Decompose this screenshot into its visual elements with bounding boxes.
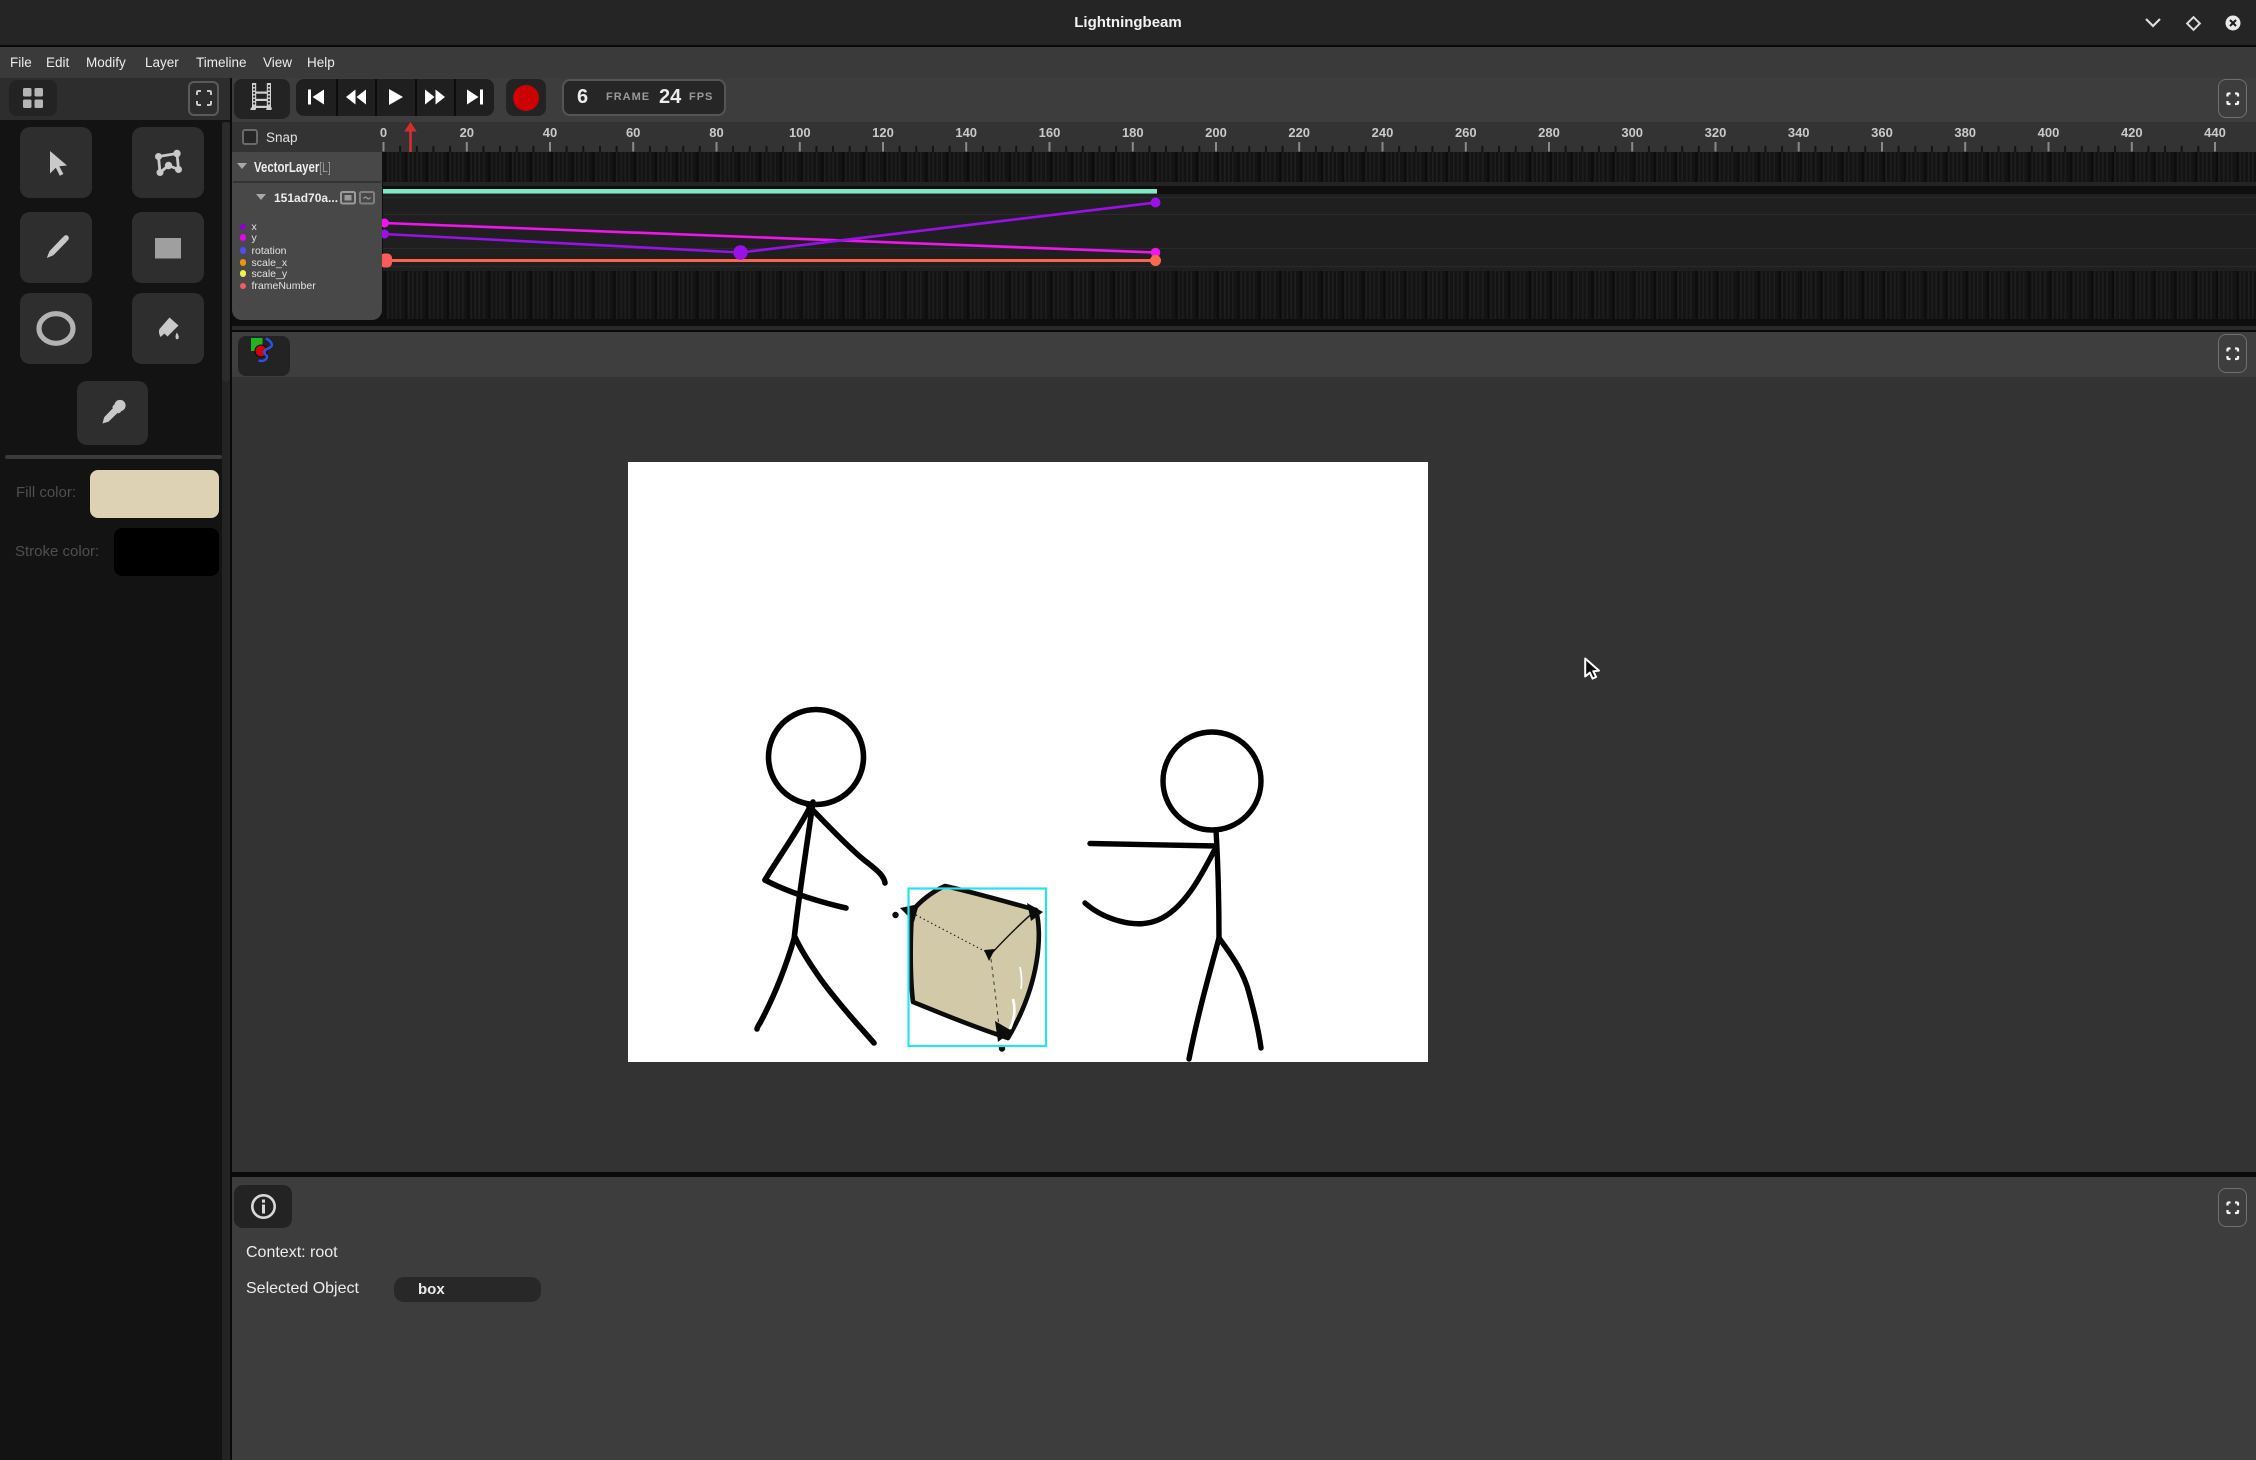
svg-text:220: 220 [1288,125,1310,140]
svg-text:80: 80 [709,125,723,140]
svg-text:320: 320 [1705,125,1727,140]
svg-text:260: 260 [1455,125,1477,140]
svg-text:100: 100 [789,125,811,140]
svg-text:380: 380 [1954,125,1976,140]
svg-text:20: 20 [460,125,474,140]
svg-text:440: 440 [2204,125,2226,140]
svg-text:60: 60 [626,125,640,140]
svg-text:200: 200 [1205,125,1227,140]
svg-text:0: 0 [380,125,387,140]
svg-text:120: 120 [872,125,894,140]
svg-text:140: 140 [955,125,977,140]
svg-text:340: 340 [1788,125,1810,140]
svg-text:280: 280 [1538,125,1560,140]
svg-text:160: 160 [1039,125,1061,140]
svg-text:300: 300 [1621,125,1643,140]
svg-text:240: 240 [1372,125,1394,140]
svg-text:360: 360 [1871,125,1893,140]
svg-text:180: 180 [1122,125,1144,140]
svg-text:400: 400 [2038,125,2060,140]
svg-text:40: 40 [543,125,557,140]
svg-text:420: 420 [2121,125,2143,140]
